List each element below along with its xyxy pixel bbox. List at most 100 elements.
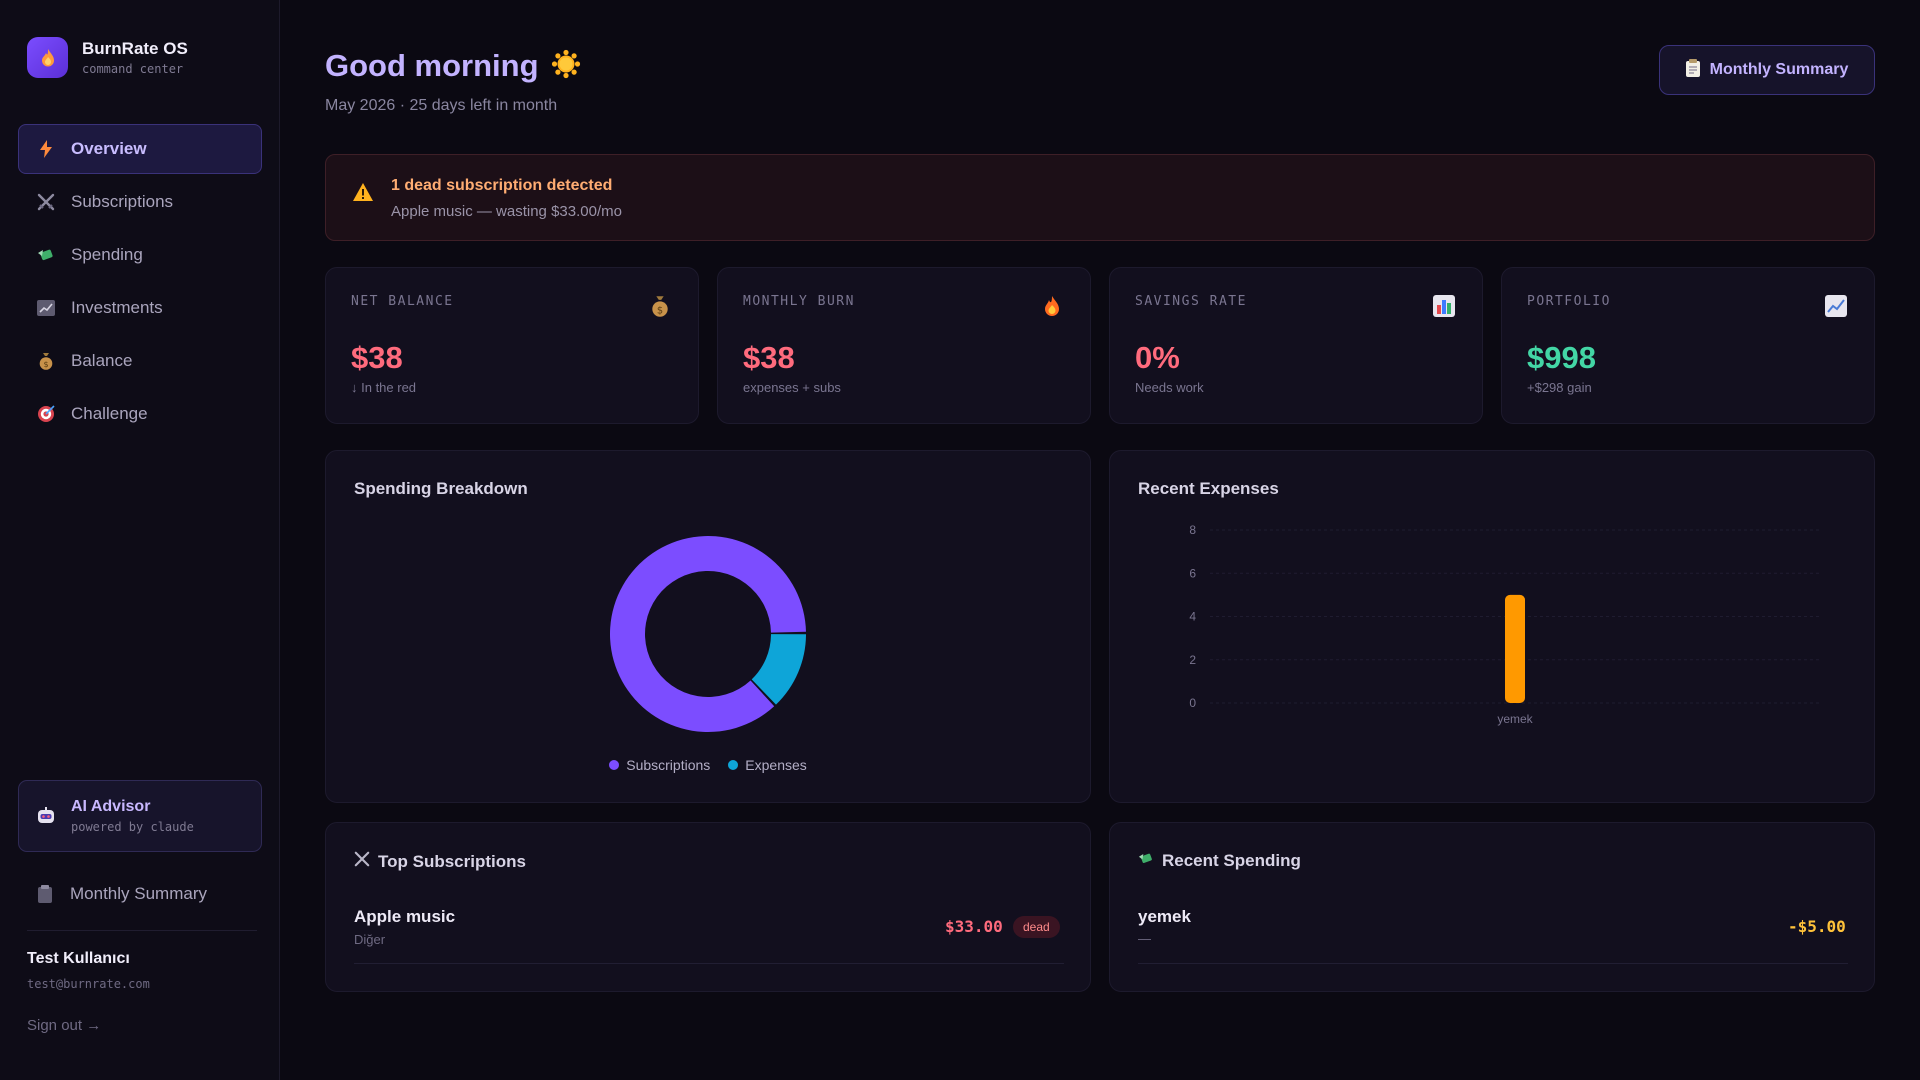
stat-sub: ↓ In the red [351, 380, 417, 395]
stat-sub: Needs work [1135, 380, 1204, 395]
sidebar-item-monthly-summary[interactable]: Monthly Summary [18, 870, 262, 918]
user-name: Test Kullanıcı [27, 950, 130, 967]
stat-label: MONTHLY BURN [743, 294, 855, 309]
stat-label: SAVINGS RATE [1135, 294, 1247, 309]
svg-text:$: $ [43, 360, 48, 369]
sidebar-nav: Overview Subscriptions Spending Investme… [18, 124, 262, 442]
target-icon [35, 403, 57, 425]
legend-item-expenses: Expenses [728, 757, 807, 773]
recent-spending-panel: Recent Spending yemek — -$5.00 [1109, 822, 1875, 992]
sidebar-item-balance[interactable]: $ Balance [18, 336, 262, 386]
sidebar-item-label: Spending [71, 245, 143, 264]
stat-label: PORTFOLIO [1527, 294, 1611, 309]
sidebar-item-label: Monthly Summary [70, 884, 207, 903]
panel-title: Recent Expenses [1138, 479, 1279, 498]
stat-card-savings-rate: SAVINGS RATE 0% Needs work [1109, 267, 1483, 424]
alert-detail: Apple music — wasting $33.00/mo [391, 203, 622, 220]
sign-out-link[interactable]: Sign out → [27, 1017, 101, 1034]
sun-icon [551, 49, 581, 84]
subscription-category: Diğer [354, 932, 386, 947]
x-tick-label: yemek [1497, 712, 1533, 726]
panel-title: Top Subscriptions [378, 851, 526, 871]
stat-value: $38 [351, 340, 403, 375]
stat-sub: +$298 gain [1527, 380, 1592, 395]
stat-card-net-balance: NET BALANCE $ $38 ↓ In the red [325, 267, 699, 424]
sidebar-item-label: Challenge [71, 404, 148, 423]
sidebar-divider [27, 930, 257, 931]
row-divider [354, 963, 1064, 964]
trend-up-icon [1824, 294, 1848, 318]
ai-advisor-subtitle: powered by claude [71, 820, 194, 834]
sidebar-item-label: Subscriptions [71, 192, 174, 211]
bar-yemek[interactable] [1505, 594, 1525, 703]
dead-subscription-alert[interactable]: 1 dead subscription detected Apple music… [325, 154, 1875, 241]
stat-value: $998 [1527, 340, 1596, 375]
stat-card-portfolio: PORTFOLIO $998 +$298 gain [1501, 267, 1875, 424]
greeting: Good morning [325, 48, 581, 84]
legend-dot [609, 760, 620, 770]
status-badge: dead [1013, 916, 1060, 938]
lightning-icon [35, 138, 57, 160]
stat-value: 0% [1135, 340, 1180, 375]
ai-advisor-button[interactable]: AI Advisor powered by claude [18, 780, 262, 852]
spending-name: yemek [1138, 907, 1191, 926]
crossed-swords-icon [35, 191, 57, 213]
sidebar-item-label: Overview [71, 139, 147, 158]
monthly-summary-button[interactable]: Monthly Summary [1659, 45, 1875, 95]
panel-title: Spending Breakdown [354, 479, 528, 498]
panel-title-row: Recent Spending [1138, 851, 1301, 871]
recent-expenses-bar-chart: 0 2 4 6 8 yemek [1189, 523, 1820, 726]
legend-dot [728, 760, 739, 770]
sidebar: BurnRate OS command center Overview Subs… [0, 0, 280, 1080]
legend-label: Expenses [745, 757, 807, 773]
fire-icon [1040, 294, 1064, 318]
legend-item-subscriptions: Subscriptions [609, 757, 710, 773]
warning-icon [352, 182, 374, 207]
money-bag-icon: $ [648, 294, 672, 318]
donut-legend: Subscriptions Expenses [325, 757, 1091, 773]
robot-icon [35, 805, 57, 827]
svg-text:$: $ [657, 305, 663, 316]
panel-title-row: Top Subscriptions [354, 851, 526, 872]
stat-sub: expenses + subs [743, 380, 841, 395]
stat-value: $38 [743, 340, 795, 375]
sidebar-item-label: Balance [71, 351, 133, 370]
spending-donut-chart [610, 536, 806, 732]
sidebar-item-challenge[interactable]: Challenge [18, 389, 262, 439]
app-name: BurnRate OS [82, 39, 188, 58]
sidebar-item-label: Investments [71, 298, 163, 317]
clipboard-icon [1685, 58, 1700, 82]
subscription-amount: $33.00 [945, 917, 1003, 936]
alert-title: 1 dead subscription detected [391, 177, 613, 194]
bar-chart-icon [1432, 294, 1456, 318]
sidebar-item-investments[interactable]: Investments [18, 283, 262, 333]
y-tick-label: 4 [1189, 610, 1196, 624]
user-email: test@burnrate.com [27, 977, 150, 991]
chart-icon [35, 297, 57, 319]
subscription-name: Apple music [354, 907, 456, 926]
page-subtitle: May 2026 · 25 days left in month [325, 97, 558, 114]
brand[interactable]: BurnRate OS command center [27, 37, 188, 78]
y-tick-label: 8 [1189, 523, 1196, 537]
y-tick-label: 0 [1189, 696, 1196, 710]
panel-title: Recent Spending [1162, 851, 1301, 870]
money-wings-icon [1138, 851, 1154, 871]
stat-label: NET BALANCE [351, 294, 454, 309]
money-wings-icon [35, 244, 57, 266]
ai-advisor-title: AI Advisor [71, 798, 151, 815]
sidebar-item-spending[interactable]: Spending [18, 230, 262, 280]
app-tagline: command center [82, 62, 184, 76]
legend-label: Subscriptions [626, 757, 711, 773]
sidebar-item-subscriptions[interactable]: Subscriptions [18, 177, 262, 227]
spending-note: — [1138, 931, 1151, 946]
stat-card-monthly-burn: MONTHLY BURN $38 expenses + subs [717, 267, 1091, 424]
row-divider [1138, 963, 1848, 964]
monthly-summary-label: Monthly Summary [1709, 61, 1849, 78]
clipboard-icon [34, 883, 56, 905]
top-subscriptions-panel: Top Subscriptions Apple music Diğer $33.… [325, 822, 1091, 992]
crossed-swords-icon [354, 851, 370, 872]
y-tick-label: 2 [1189, 653, 1196, 667]
flame-logo-icon [27, 37, 68, 78]
y-tick-label: 6 [1189, 566, 1196, 580]
sidebar-item-overview[interactable]: Overview [18, 124, 262, 174]
